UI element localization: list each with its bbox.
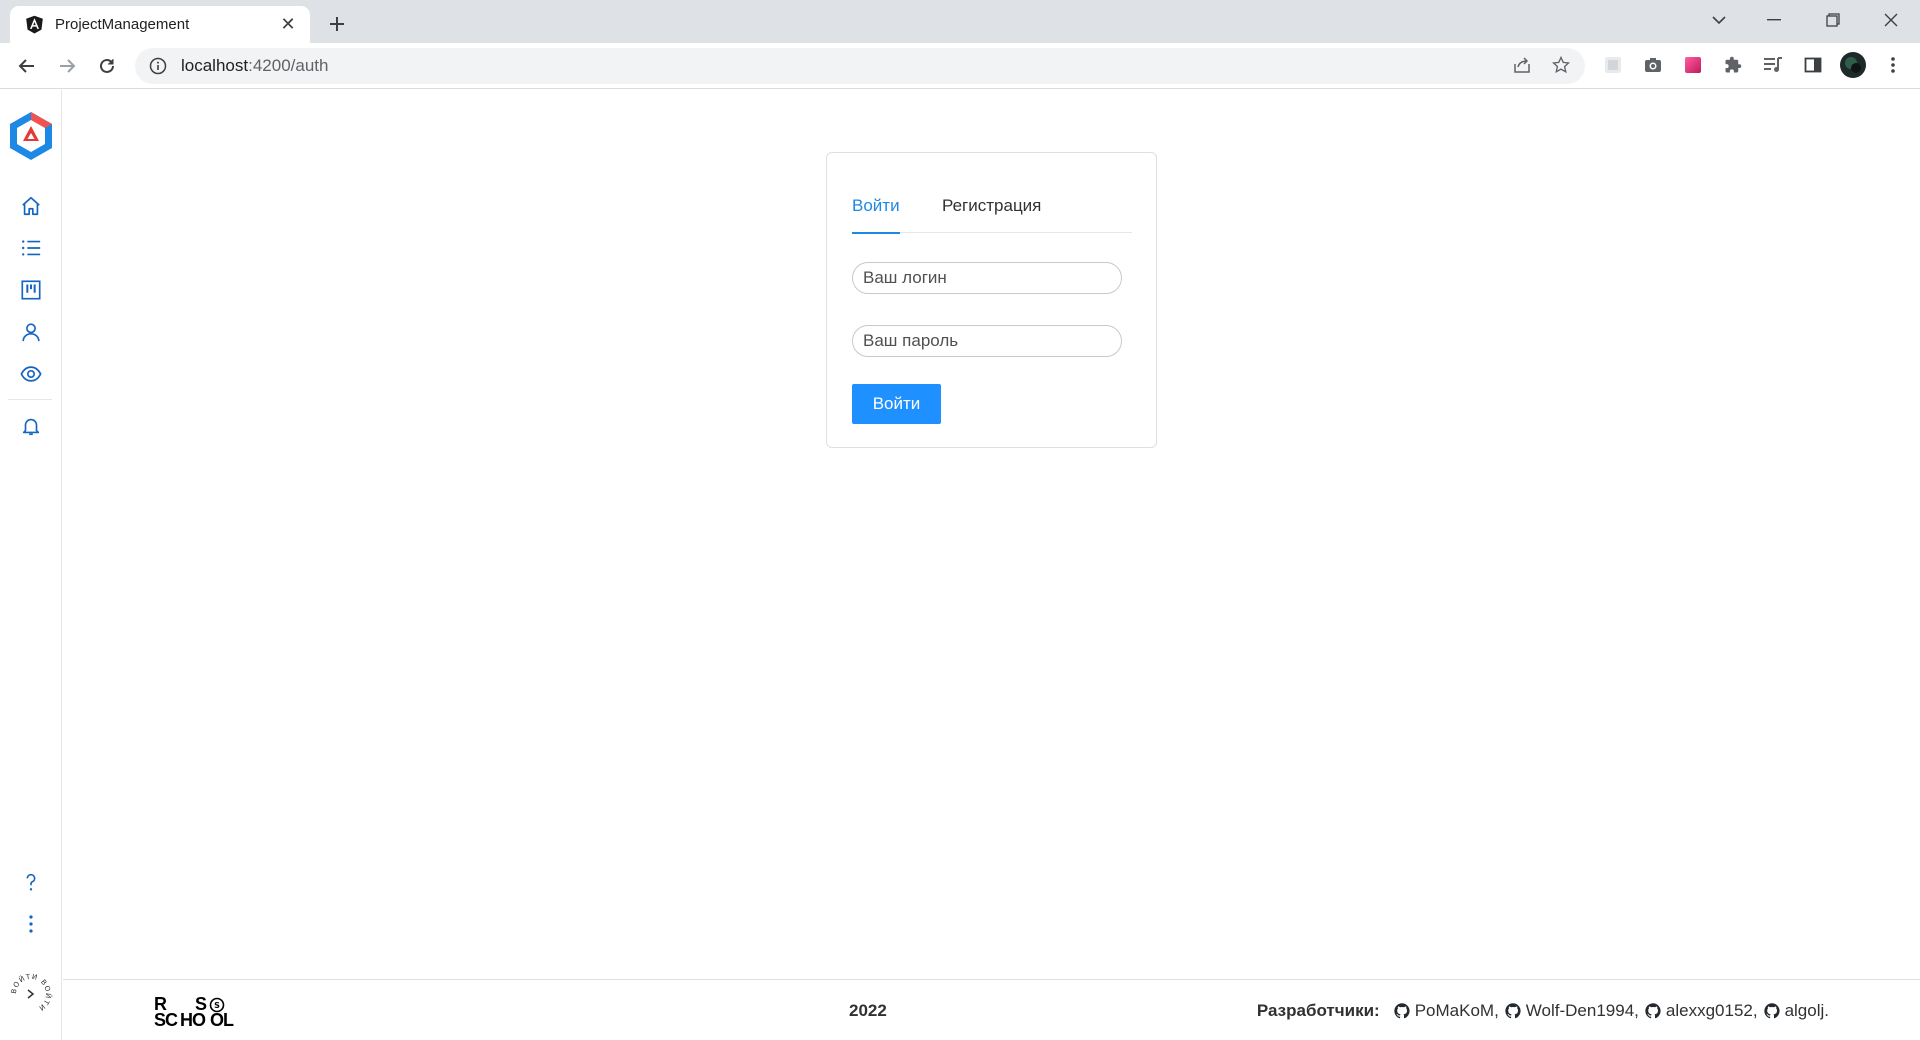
sidebar-divider: [8, 399, 52, 400]
developer-link[interactable]: alexxg0152,: [1645, 1001, 1758, 1021]
profile-avatar[interactable]: [1840, 52, 1866, 78]
auth-card: Войти Регистрация Войти: [826, 152, 1157, 448]
bookmark-star-icon[interactable]: [1547, 51, 1575, 79]
share-icon[interactable]: [1508, 51, 1536, 79]
browser-menu-icon[interactable]: [1880, 52, 1906, 78]
tab-title: ProjectManagement: [55, 16, 190, 33]
reload-icon[interactable]: [92, 51, 122, 81]
sidebar: ВОЙТИ ВОЙТИ: [0, 90, 62, 1040]
back-icon[interactable]: [12, 51, 42, 81]
footer-year: 2022: [849, 1001, 887, 1020]
developers-label: Разработчики:: [1256, 1001, 1380, 1020]
new-tab-button[interactable]: [322, 9, 352, 39]
browser-tab[interactable]: ProjectManagement ✕: [10, 6, 310, 43]
help-icon[interactable]: [15, 866, 47, 898]
developer-link[interactable]: Wolf-Den1994,: [1505, 1001, 1639, 1021]
login-submit-button[interactable]: Войти: [852, 384, 941, 424]
media-control-icon[interactable]: [1760, 52, 1786, 78]
side-panel-icon[interactable]: [1800, 52, 1826, 78]
tab-login[interactable]: Войти: [852, 191, 900, 234]
board-icon[interactable]: [15, 274, 47, 306]
github-icon: [1505, 1003, 1521, 1019]
more-icon[interactable]: [15, 908, 47, 940]
url-text[interactable]: localhost:4200/auth: [181, 56, 328, 76]
password-input[interactable]: [852, 325, 1122, 357]
github-icon: [1645, 1003, 1661, 1019]
info-icon[interactable]: [149, 57, 167, 75]
puzzle-icon[interactable]: [1720, 52, 1746, 78]
color-extension-icon[interactable]: [1680, 52, 1706, 78]
svg-text:S: S: [214, 1001, 220, 1010]
bell-icon[interactable]: [15, 410, 47, 442]
tab-register[interactable]: Регистрация: [942, 191, 1041, 233]
restore-icon[interactable]: [1813, 0, 1853, 40]
github-icon: [1394, 1003, 1410, 1019]
footer: R S SC HO OL S 2022 Разработчики: PoMaKo…: [63, 979, 1920, 1040]
rs-school-logo[interactable]: R S SC HO OL S: [153, 994, 239, 1029]
minimize-icon[interactable]: [1754, 0, 1794, 40]
list-icon[interactable]: [15, 232, 47, 264]
tab-search-icon[interactable]: [1699, 0, 1739, 40]
home-icon[interactable]: [15, 190, 47, 222]
developer-link[interactable]: algolj.: [1763, 1001, 1829, 1021]
address-bar[interactable]: localhost:4200/auth: [135, 48, 1585, 84]
extension-grid-icon[interactable]: [1600, 52, 1626, 78]
angular-icon: [25, 15, 44, 34]
developers: Разработчики: PoMaKoM, Wolf-Den1994, ale…: [1257, 1001, 1829, 1021]
login-input[interactable]: [852, 262, 1122, 294]
github-icon: [1763, 1003, 1780, 1019]
close-window-icon[interactable]: [1871, 0, 1911, 40]
auth-tabs: Войти Регистрация: [852, 191, 1132, 234]
app-logo-icon[interactable]: [6, 110, 56, 162]
tab-close-icon[interactable]: ✕: [278, 14, 298, 35]
eye-icon[interactable]: [15, 358, 47, 390]
forward-icon[interactable]: [52, 51, 82, 81]
user-icon[interactable]: [15, 316, 47, 348]
browser-tabstrip: ProjectManagement ✕: [0, 0, 1920, 43]
camera-icon[interactable]: [1640, 52, 1666, 78]
browser-toolbar: localhost:4200/auth: [0, 43, 1920, 89]
developer-link[interactable]: PoMaKoM,: [1394, 1001, 1499, 1021]
login-badge-icon[interactable]: ВОЙТИ ВОЙТИ: [9, 972, 53, 1016]
